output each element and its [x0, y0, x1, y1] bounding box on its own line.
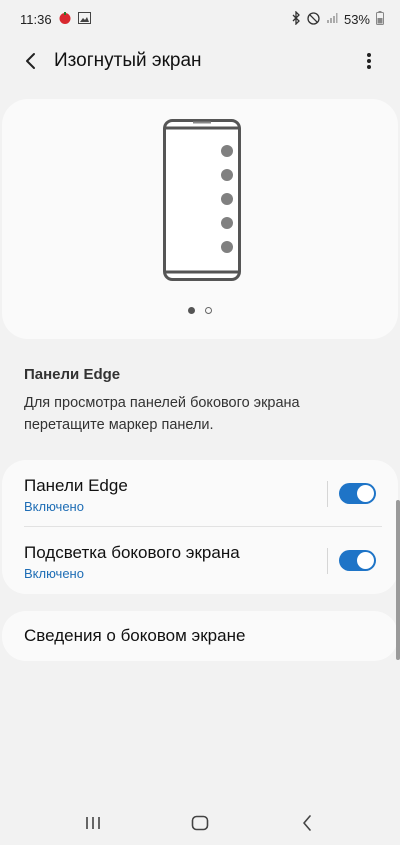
description-title: Панели Edge	[24, 366, 121, 383]
edge-panels-toggle[interactable]	[339, 483, 376, 504]
setting-status: Включено	[24, 566, 84, 581]
divider	[327, 481, 328, 507]
setting-row-edge-panels[interactable]: Панели Edge Включено	[2, 460, 398, 527]
setting-label: Подсветка бокового экрана	[24, 543, 240, 562]
back-nav-icon	[302, 814, 311, 831]
status-time: 11:36	[20, 11, 52, 27]
about-edge-screen-item[interactable]: Сведения о боковом экране	[2, 611, 398, 661]
status-bar: 11:36 53%	[0, 0, 400, 38]
signal-icon	[326, 12, 338, 26]
page-dot-inactive[interactable]	[205, 307, 212, 314]
status-right: 53%	[291, 10, 384, 27]
toggle-knob	[357, 552, 374, 569]
battery-percent: 53%	[343, 11, 370, 27]
back-button[interactable]	[14, 44, 48, 78]
notification-icon	[58, 11, 72, 27]
recent-apps-icon	[86, 816, 101, 829]
image-icon	[77, 12, 91, 26]
edge-illustration-card[interactable]	[2, 99, 398, 339]
page-indicator	[2, 307, 398, 314]
toggle-knob	[357, 485, 374, 502]
app-bar: Изогнутый экран	[0, 38, 400, 84]
bluetooth-icon	[291, 10, 301, 27]
page-dot-active[interactable]	[188, 307, 195, 314]
divider	[327, 548, 328, 574]
more-options-button[interactable]	[352, 44, 386, 78]
battery-icon	[376, 11, 384, 27]
about-edge-screen-label: Сведения о боковом экране	[24, 626, 246, 645]
do-not-disturb-icon	[307, 11, 320, 27]
edge-lighting-toggle[interactable]	[339, 550, 376, 571]
phone-illustration	[163, 119, 241, 286]
more-vert-icon	[367, 53, 371, 69]
description: Панели Edge Для просмотра панелей боково…	[24, 366, 384, 436]
status-left: 11:36	[20, 11, 91, 27]
home-button[interactable]	[170, 803, 230, 843]
description-text: Для просмотра панелей бокового экрана пе…	[24, 395, 300, 433]
setting-label: Панели Edge	[24, 476, 128, 495]
recent-apps-button[interactable]	[63, 803, 123, 843]
back-nav-button[interactable]	[277, 803, 337, 843]
page-title: Изогнутый экран	[54, 50, 202, 71]
back-arrow-icon	[26, 53, 35, 69]
scrollbar[interactable]	[396, 500, 400, 660]
setting-row-edge-lighting[interactable]: Подсветка бокового экрана Включено	[2, 527, 398, 594]
home-icon	[191, 815, 209, 830]
settings-card: Панели Edge Включено Подсветка бокового …	[2, 460, 398, 594]
setting-status: Включено	[24, 499, 84, 514]
navigation-bar	[0, 800, 400, 845]
